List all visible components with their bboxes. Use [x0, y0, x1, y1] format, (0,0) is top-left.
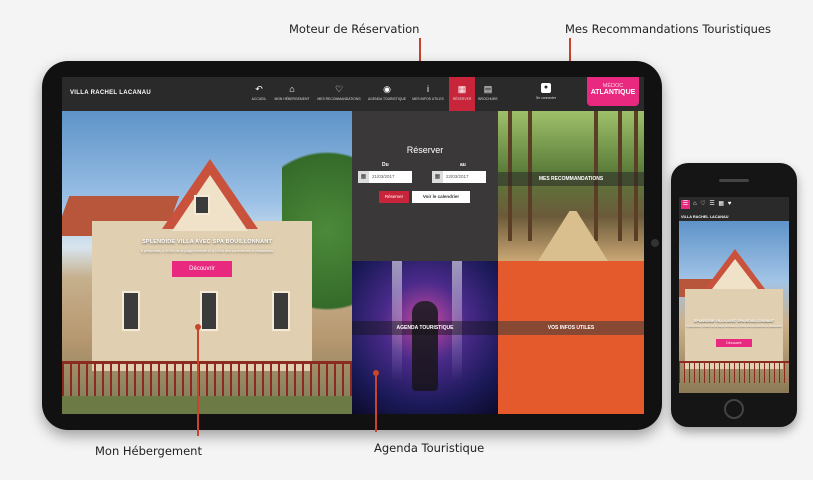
hero-ground: [62, 396, 352, 414]
nav-item-label: MON HÉBERGEMENT: [274, 97, 310, 101]
hero-window: [200, 291, 218, 331]
phone-hero: SPLENDIDE VILLA AVEC SPA BOUILLONNANT 6 …: [679, 221, 789, 393]
phone-home-button[interactable]: [724, 399, 744, 419]
calendar-icon: ▦: [457, 84, 467, 94]
callout-accommodation-line: [197, 328, 199, 436]
hero-window: [272, 291, 290, 331]
info-icon: i: [427, 84, 429, 94]
hero-gable-inner: [172, 175, 248, 231]
nav-item-label: BROCHURE: [478, 97, 498, 101]
to-date-value: 22/03/2017: [446, 174, 469, 179]
callout-recommendations: Mes Recommandations Touristiques: [565, 22, 771, 36]
nav-item-label: MES RECOMMANDATIONS: [317, 97, 361, 101]
tile-agenda[interactable]: AGENDA TOURISTIQUE: [352, 261, 498, 414]
user-icon: ●: [541, 83, 551, 93]
nav-item-recommandations[interactable]: ♡ MES RECOMMANDATIONS: [313, 77, 365, 111]
hero-window: [194, 195, 210, 215]
hero-subtitle: 6 personnes, à 400m de la plage centrale…: [140, 249, 274, 253]
hero-accommodation: SPLENDIDE VILLA AVEC SPA BOUILLONNANT 6 …: [62, 111, 352, 414]
nav-item-hebergement[interactable]: ⌂ MON HÉBERGEMENT: [271, 77, 313, 111]
tile-recommendations-label: MES RECOMMANDATIONS: [538, 176, 604, 182]
phone-hero-gable-inner: [712, 259, 758, 289]
hero-window: [122, 291, 140, 331]
tablet-camera: [651, 239, 659, 247]
nav-item-accueil[interactable]: ↶ ACCUEIL: [247, 77, 271, 111]
nav-item-label: AGENDA TOURISTIQUE: [367, 97, 407, 101]
tile-infos-label: VOS INFOS UTILES: [547, 325, 595, 331]
see-calendar-button[interactable]: Voir le calendrier: [412, 191, 470, 203]
booking-engine: Réserver Du au ▦ 21/03/2017 ▦ 22/03/2017…: [352, 111, 498, 261]
callout-accommodation: Mon Hébergement: [95, 444, 202, 458]
hero-fence: [62, 361, 352, 401]
nav-item-infos[interactable]: i MES INFOS UTILES: [409, 77, 447, 111]
hero-title: SPLENDIDE VILLA AVEC SPA BOUILLONNANT: [141, 239, 273, 245]
callout-agenda: Agenda Touristique: [374, 441, 485, 455]
phone-screen: ☰ ⌂ ♡ ☰ ▦ ♥ VILLA RACHEL LACANAU SPLENDI…: [679, 197, 789, 393]
to-date-field[interactable]: ▦ 22/03/2017: [432, 171, 486, 183]
phone-navbar: ☰ ⌂ ♡ ☰ ▦ ♥: [679, 197, 789, 213]
reserve-button[interactable]: Réserver: [379, 191, 409, 203]
to-label: au: [460, 162, 466, 168]
home-icon: ⌂: [289, 84, 295, 94]
calendar-icon: ▦: [358, 171, 369, 183]
phone-nav-icons[interactable]: ⌂ ♡ ☰ ▦ ♥: [693, 200, 732, 207]
phone-hero-house: [685, 289, 783, 369]
nav-item-agenda[interactable]: ◉ AGENDA TOURISTIQUE: [365, 77, 409, 111]
phone-hero-fence: [679, 361, 789, 383]
phone-speaker: [719, 179, 749, 182]
site-navbar: VILLA RACHEL LACANAU ↶ ACCUEIL ⌂ MON HÉB…: [62, 77, 644, 111]
phone-hero-title: SPLENDIDE VILLA AVEC SPA BOUILLONNANT: [693, 319, 775, 323]
phone-brand[interactable]: VILLA RACHEL LACANAU: [679, 213, 789, 221]
nav-item-label: MES INFOS UTILES: [412, 97, 444, 101]
hamburger-menu-icon[interactable]: ☰: [681, 200, 690, 209]
login-button[interactable]: ● Se connecter: [530, 77, 562, 111]
rss-icon: ◉: [383, 84, 391, 94]
tile-recommendations[interactable]: MES RECOMMANDATIONS: [498, 111, 644, 261]
phone-device: ☰ ⌂ ♡ ☰ ▦ ♥ VILLA RACHEL LACANAU SPLENDI…: [671, 163, 797, 427]
callout-booking-engine: Moteur de Réservation: [289, 22, 420, 36]
site-brand[interactable]: VILLA RACHEL LACANAU: [70, 90, 151, 96]
nav-item-reserver[interactable]: ▦ RÉSERVER: [449, 77, 475, 111]
back-arrow-icon: ↶: [255, 84, 263, 94]
partner-logo[interactable]: MÉDOC ATLANTIQUE: [587, 77, 639, 106]
nav-item-label: RÉSERVER: [452, 97, 472, 101]
nav-item-label: ACCUEIL: [251, 97, 267, 101]
calendar-icon: ▦: [432, 171, 443, 183]
tablet-device: VILLA RACHEL LACANAU ↶ ACCUEIL ⌂ MON HÉB…: [42, 61, 662, 430]
from-date-field[interactable]: ▦ 21/03/2017: [358, 171, 412, 183]
phone-discover-button[interactable]: Découvrir: [716, 339, 752, 347]
booking-heading: Réserver: [406, 145, 444, 155]
stage-performer: [412, 301, 438, 391]
callout-agenda-line: [375, 374, 377, 432]
partner-logo-line2: ATLANTIQUE: [590, 89, 636, 96]
marketing-composition: Moteur de Réservation Mes Recommandation…: [0, 0, 813, 480]
nav-item-brochure[interactable]: ▤ BROCHURE: [475, 77, 501, 111]
phone-hero-subtitle: 6 personnes, à 400m de la plage centrale…: [686, 325, 782, 328]
discover-button[interactable]: Découvrir: [172, 261, 232, 277]
tile-agenda-label: AGENDA TOURISTIQUE: [396, 325, 454, 331]
from-date-value: 21/03/2017: [372, 174, 395, 179]
login-label: Se connecter: [536, 96, 556, 100]
heart-icon: ♡: [334, 84, 344, 94]
tile-infos[interactable]: VOS INFOS UTILES: [498, 261, 644, 414]
tablet-screen: VILLA RACHEL LACANAU ↶ ACCUEIL ⌂ MON HÉB…: [62, 77, 644, 414]
from-label: Du: [382, 162, 389, 168]
pdf-icon: ▤: [483, 84, 493, 94]
